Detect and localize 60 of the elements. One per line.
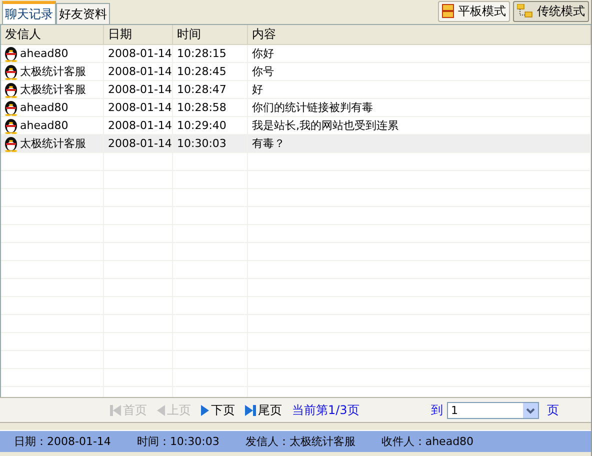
- penguin-icon: [3, 64, 19, 80]
- table-cell: 10:29:40: [173, 117, 248, 134]
- page-suffix: 页: [547, 402, 559, 418]
- goto-label: 到: [431, 402, 443, 418]
- folder-tree-icon: [517, 4, 533, 18]
- mode-button[interactable]: 传统模式: [513, 0, 589, 22]
- table-cell: 2008-01-14: [104, 117, 173, 134]
- table-cell: 太极统计客服: [20, 136, 86, 151]
- status-field: 时间：10:30:03: [136, 434, 220, 449]
- table-cell: 有毒？: [248, 135, 591, 152]
- column-header[interactable]: 日期: [104, 25, 173, 44]
- table-cell: 10:28:47: [173, 81, 248, 98]
- page-dropdown[interactable]: 1: [447, 402, 539, 418]
- column-header[interactable]: 内容: [248, 25, 591, 44]
- message-row[interactable]: ahead80 2008-01-14 10:28:15 你好: [1, 45, 591, 63]
- table-cell: ahead80: [20, 47, 68, 60]
- page-info: 当前第1/3页: [292, 402, 360, 418]
- first-page-icon: [110, 404, 121, 416]
- pager-button[interactable]: 下页: [201, 402, 235, 418]
- penguin-icon: [3, 82, 19, 98]
- table-cell: 你们的统计链接被判有毒: [248, 99, 591, 116]
- table-cell: 太极统计客服: [20, 82, 86, 97]
- table-cell: 10:30:03: [173, 135, 248, 152]
- table-cell: 10:28:58: [173, 99, 248, 116]
- tab[interactable]: 好友资料: [56, 3, 110, 24]
- table-cell: 2008-01-14: [104, 45, 173, 62]
- column-header[interactable]: 时间: [173, 25, 248, 44]
- last-page-icon: [245, 404, 256, 416]
- table-cell: 好: [248, 81, 591, 98]
- penguin-icon: [3, 46, 19, 62]
- table-cell: 你号: [248, 63, 591, 80]
- table-cell: 你好: [248, 45, 591, 62]
- table-cell: 10:28:15: [173, 45, 248, 62]
- table-cell: 10:28:45: [173, 63, 248, 80]
- penguin-icon: [3, 100, 19, 116]
- previous-icon: [157, 404, 165, 416]
- column-header[interactable]: 发信人: [1, 25, 104, 44]
- status-field: 收件人：ahead80: [381, 434, 474, 449]
- mode-button[interactable]: 平板模式: [438, 0, 510, 22]
- list-icon: [442, 4, 454, 18]
- tab[interactable]: 聊天记录: [2, 1, 56, 24]
- status-field: 日期：2008-01-14: [14, 434, 111, 449]
- table-cell: ahead80: [20, 119, 68, 132]
- message-row[interactable]: 太极统计客服 2008-01-14 10:28:47 好: [1, 81, 591, 99]
- table-cell: ahead80: [20, 101, 68, 114]
- pager-button[interactable]: 尾页: [245, 402, 282, 418]
- status-field: 发信人：太极统计客服: [245, 434, 356, 449]
- message-row[interactable]: ahead80 2008-01-14 10:28:58 你们的统计链接被判有毒: [1, 99, 591, 117]
- table-cell: 2008-01-14: [104, 99, 173, 116]
- table-cell: 2008-01-14: [104, 63, 173, 80]
- penguin-icon: [3, 136, 19, 152]
- table-cell: 2008-01-14: [104, 135, 173, 152]
- table-cell: 2008-01-14: [104, 81, 173, 98]
- next-icon: [201, 404, 209, 416]
- table-cell: 太极统计客服: [20, 64, 86, 79]
- message-row[interactable]: 太极统计客服 2008-01-14 10:28:45 你号: [1, 63, 591, 81]
- caret-icon: [523, 402, 538, 418]
- table-cell: 我是站长,我的网站也受到连累: [248, 117, 591, 134]
- penguin-icon: [3, 118, 19, 134]
- message-row[interactable]: 太极统计客服 2008-01-14 10:30:03 有毒？: [1, 135, 591, 153]
